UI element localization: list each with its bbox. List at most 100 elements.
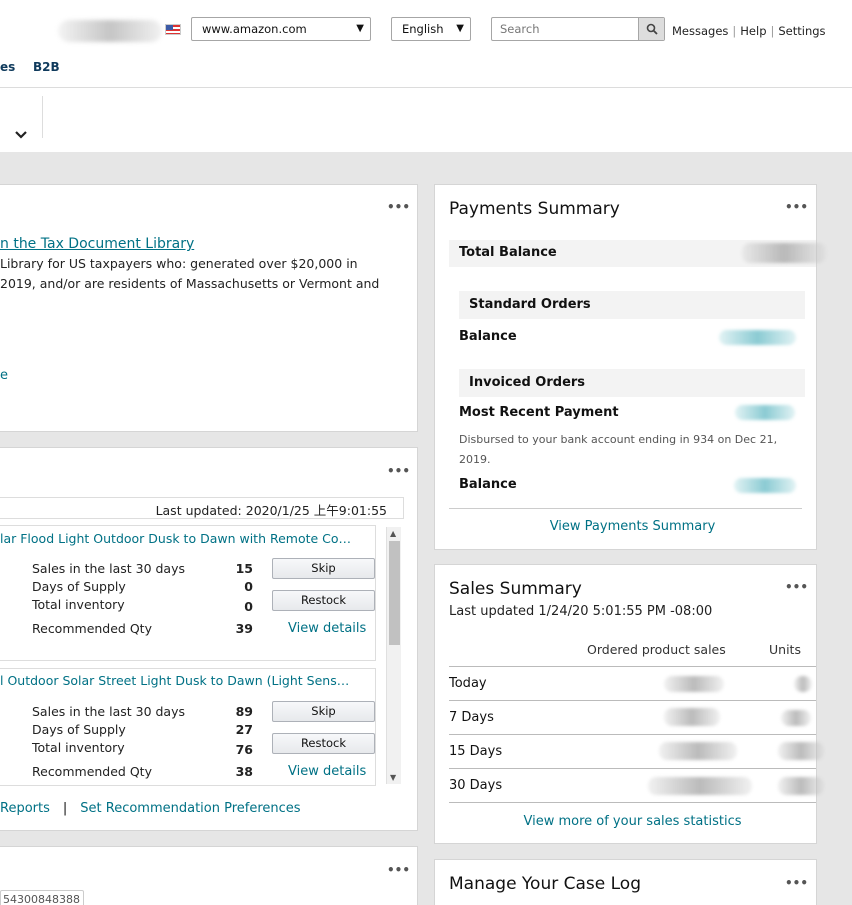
sales-row-30-days: 30 Days bbox=[449, 768, 816, 803]
card-menu-icon[interactable]: ••• bbox=[785, 200, 808, 214]
card-menu-icon[interactable]: ••• bbox=[387, 464, 410, 478]
metric-value: 39 bbox=[235, 621, 253, 636]
card-menu-icon[interactable]: ••• bbox=[785, 876, 808, 890]
redacted-amount bbox=[742, 243, 826, 263]
sales-row-15-days: 15 Days bbox=[449, 734, 816, 768]
tax-document-card bbox=[0, 184, 418, 432]
inventory-footer-links: Reports | Set Recommendation Preferences bbox=[0, 801, 301, 816]
metric-label: Sales in the last 30 days bbox=[32, 561, 186, 576]
nav-item-b2b[interactable]: B2B bbox=[33, 60, 60, 74]
invoiced-orders-row: Invoiced Orders bbox=[459, 369, 805, 397]
top-links: Messages | Help | Settings bbox=[672, 24, 826, 38]
tax-text-line-1: Library for US taxpayers who: generated … bbox=[0, 256, 358, 271]
account-name-redacted bbox=[58, 20, 162, 42]
metric-label: Sales in the last 30 days bbox=[32, 704, 186, 719]
search-icon bbox=[646, 23, 658, 35]
help-link[interactable]: Help bbox=[740, 24, 766, 38]
metric-label: Total inventory bbox=[32, 597, 125, 612]
scrollbar-thumb[interactable] bbox=[389, 541, 400, 645]
standard-orders-row: Standard Orders bbox=[459, 291, 805, 319]
search-button[interactable] bbox=[638, 18, 664, 40]
view-details-link[interactable]: View details bbox=[288, 621, 366, 636]
redacted-amount bbox=[659, 742, 737, 760]
sales-row-today: Today bbox=[449, 666, 816, 700]
dropdown-arrow-icon: ▼ bbox=[456, 23, 464, 34]
redacted-amount bbox=[664, 708, 720, 726]
card-menu-icon[interactable]: ••• bbox=[387, 200, 410, 214]
top-header: www.amazon.com ▼ English ▼ Search Messag… bbox=[0, 0, 852, 88]
product-list-scrollbar[interactable]: ▲ ▼ bbox=[386, 527, 401, 784]
redacted-amount bbox=[778, 742, 824, 760]
skip-button[interactable]: Skip bbox=[272, 558, 375, 579]
view-sales-statistics-link[interactable]: View more of your sales statistics bbox=[449, 814, 816, 829]
balance-label: Balance bbox=[459, 329, 517, 344]
redacted-amount bbox=[719, 330, 796, 345]
tax-text-line-2: 2019, and/or are residents of Massachuse… bbox=[0, 276, 380, 291]
redacted-amount bbox=[794, 676, 812, 692]
case-log-title: Manage Your Case Log bbox=[449, 874, 641, 894]
period-label: Today bbox=[449, 676, 487, 691]
skip-button[interactable]: Skip bbox=[272, 701, 375, 722]
view-payments-summary-link[interactable]: View Payments Summary bbox=[449, 519, 816, 534]
period-label: 15 Days bbox=[449, 744, 503, 759]
product-title-link[interactable]: l Outdoor Solar Street Light Dusk to Daw… bbox=[0, 673, 349, 688]
metric-value: 15 bbox=[235, 561, 253, 576]
ordered-product-sales-header: Ordered product sales bbox=[587, 642, 726, 657]
metric-value: 38 bbox=[235, 764, 253, 779]
metric-label: Days of Supply bbox=[32, 579, 126, 594]
nav-item-partial[interactable]: es bbox=[0, 60, 15, 74]
restock-button[interactable]: Restock bbox=[272, 733, 375, 754]
sales-row-7-days: 7 Days bbox=[449, 700, 816, 734]
card-menu-icon[interactable]: ••• bbox=[387, 863, 410, 877]
settings-link[interactable]: Settings bbox=[778, 24, 825, 38]
tax-card-link-fragment[interactable]: e bbox=[0, 368, 8, 383]
payments-summary-title: Payments Summary bbox=[449, 199, 620, 219]
us-flag-icon bbox=[165, 24, 181, 35]
chevron-down-icon[interactable] bbox=[14, 130, 28, 140]
sales-summary-title: Sales Summary bbox=[449, 579, 582, 599]
redacted-amount bbox=[735, 405, 795, 420]
units-header: Units bbox=[769, 642, 801, 657]
search-placeholder: Search bbox=[500, 22, 540, 36]
invoiced-orders-label: Invoiced Orders bbox=[469, 375, 586, 390]
scroll-up-icon[interactable]: ▲ bbox=[390, 529, 396, 538]
metric-value: 0 bbox=[244, 579, 253, 594]
view-details-link[interactable]: View details bbox=[288, 764, 366, 779]
product-title-link[interactable]: lar Flood Light Outdoor Dusk to Dawn wit… bbox=[0, 531, 351, 546]
redacted-amount bbox=[664, 676, 724, 692]
redacted-amount bbox=[781, 710, 811, 726]
language-select[interactable]: English ▼ bbox=[391, 17, 471, 41]
metric-value: 76 bbox=[235, 742, 253, 757]
set-recommendation-preferences-link[interactable]: Set Recommendation Preferences bbox=[80, 801, 300, 816]
dropdown-arrow-icon: ▼ bbox=[356, 23, 364, 34]
tax-library-link[interactable]: n the Tax Document Library bbox=[0, 236, 194, 252]
search-input[interactable]: Search bbox=[491, 17, 665, 41]
balance-label: Balance bbox=[459, 477, 517, 492]
language-value: English bbox=[402, 22, 444, 36]
messages-link[interactable]: Messages bbox=[672, 24, 728, 38]
marketplace-value: www.amazon.com bbox=[202, 22, 307, 36]
reports-link[interactable]: Reports bbox=[0, 801, 50, 816]
payments-summary-card bbox=[434, 184, 817, 550]
metric-label: Total inventory bbox=[32, 740, 125, 755]
card-menu-icon[interactable]: ••• bbox=[785, 580, 808, 594]
case-id-field[interactable]: 54300848388 bbox=[0, 890, 84, 905]
metric-value: 0 bbox=[244, 599, 253, 614]
redacted-amount bbox=[734, 478, 796, 493]
metric-label: Recommended Qty bbox=[32, 621, 152, 636]
metric-value: 27 bbox=[235, 722, 253, 737]
total-balance-label: Total Balance bbox=[459, 245, 557, 260]
divider bbox=[449, 508, 802, 509]
metric-label: Days of Supply bbox=[32, 722, 126, 737]
period-label: 7 Days bbox=[449, 710, 494, 725]
last-updated-text: Last updated: 2020/1/25 上午9:01:55 bbox=[155, 503, 387, 518]
scroll-down-icon[interactable]: ▼ bbox=[390, 773, 396, 782]
most-recent-payment-label: Most Recent Payment bbox=[459, 405, 619, 420]
divider bbox=[42, 96, 43, 138]
disbursement-note: Disbursed to your bank account ending in… bbox=[459, 433, 778, 466]
marketplace-select[interactable]: www.amazon.com ▼ bbox=[191, 17, 371, 41]
restock-button[interactable]: Restock bbox=[272, 590, 375, 611]
redacted-amount bbox=[648, 777, 752, 795]
sales-last-updated: Last updated 1/24/20 5:01:55 PM -08:00 bbox=[449, 604, 713, 619]
metric-label: Recommended Qty bbox=[32, 764, 152, 779]
